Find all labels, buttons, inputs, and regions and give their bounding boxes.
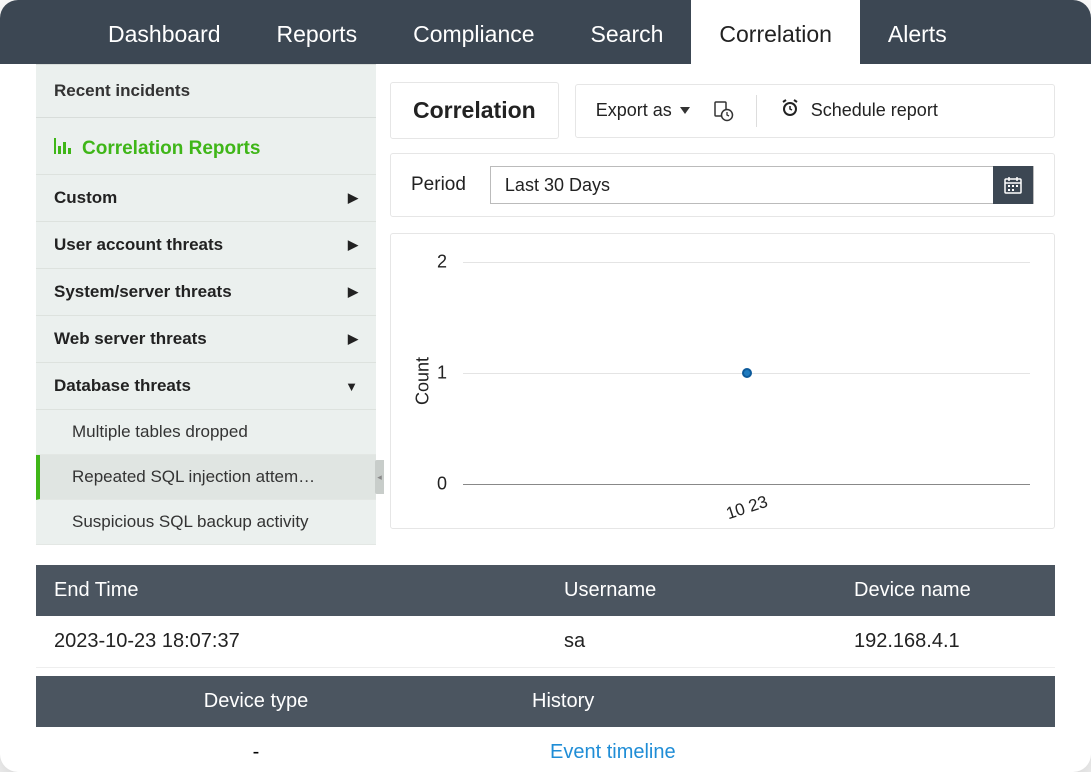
- title-bar: Correlation Export as Schedule rep: [390, 82, 1055, 139]
- sidebar-section-correlation-reports[interactable]: Correlation Reports: [36, 118, 376, 175]
- cell-device-name: 192.168.4.1: [836, 616, 1055, 667]
- page-title: Correlation: [390, 82, 559, 139]
- schedule-label: Schedule report: [811, 100, 938, 121]
- chart-y-axis-label: Count: [413, 357, 434, 405]
- tab-compliance[interactable]: Compliance: [385, 0, 562, 64]
- col-device-name[interactable]: Device name: [836, 565, 1055, 616]
- chevron-right-icon: ▶: [348, 190, 358, 206]
- data-point[interactable]: [742, 368, 752, 378]
- sidebar: Recent incidents Correlation Reports Cus…: [36, 64, 376, 545]
- tab-correlation[interactable]: Correlation: [691, 0, 860, 64]
- scroll-handle-icon[interactable]: ◂: [375, 460, 384, 494]
- scheduled-exports-icon[interactable]: [712, 100, 734, 122]
- col-device-type[interactable]: Device type: [36, 676, 476, 727]
- schedule-report-button[interactable]: Schedule report: [779, 97, 938, 125]
- col-end-time[interactable]: End Time: [36, 565, 546, 616]
- sidebar-sub-suspicious-sql-backup[interactable]: Suspicious SQL backup activity: [36, 500, 376, 545]
- sidebar-item-label: User account threats: [54, 235, 223, 255]
- tab-search[interactable]: Search: [563, 0, 692, 64]
- table-row[interactable]: 2023-10-23 18:07:37 sa 192.168.4.1: [36, 616, 1055, 668]
- col-history[interactable]: History: [476, 676, 1055, 727]
- top-nav: Dashboard Reports Compliance Search Corr…: [0, 0, 1091, 64]
- y-tick-2: 2: [437, 252, 447, 273]
- col-username[interactable]: Username: [546, 565, 836, 616]
- chevron-right-icon: ▶: [348, 237, 358, 253]
- grid-line: [463, 262, 1030, 263]
- period-label: Period: [411, 174, 466, 196]
- content-area: Correlation Export as Schedule rep: [376, 64, 1091, 529]
- table-header: End Time Username Device name: [36, 565, 1055, 616]
- x-tick-0: 10 23: [723, 492, 770, 524]
- cell-username: sa: [546, 616, 836, 667]
- sidebar-sub-multiple-tables-dropped[interactable]: Multiple tables dropped: [36, 410, 376, 455]
- chevron-down-icon: ▼: [345, 379, 358, 394]
- sidebar-item-label: Database threats: [54, 376, 191, 396]
- y-tick-1: 1: [437, 363, 447, 384]
- period-select[interactable]: Last 30 Days: [490, 166, 1034, 204]
- tab-dashboard[interactable]: Dashboard: [80, 0, 249, 64]
- table-row[interactable]: - Event timeline: [36, 727, 1055, 772]
- sidebar-item-user-account-threats[interactable]: User account threats ▶: [36, 222, 376, 269]
- export-as-button[interactable]: Export as: [596, 100, 690, 121]
- bar-chart-icon: [54, 138, 72, 160]
- table-header-2: Device type History: [36, 676, 1055, 727]
- results-table: End Time Username Device name 2023-10-23…: [36, 565, 1055, 772]
- toolbar: Export as Schedule report: [575, 84, 1055, 138]
- event-timeline-link[interactable]: Event timeline: [476, 727, 1055, 772]
- alarm-clock-icon: [779, 97, 801, 125]
- period-value: Last 30 Days: [491, 175, 624, 196]
- period-row: Period Last 30 Days: [390, 153, 1055, 217]
- sidebar-sub-label: Repeated SQL injection attem…: [72, 467, 315, 486]
- chart: Count 2 1 0 10 23: [390, 233, 1055, 529]
- sidebar-item-database-threats[interactable]: Database threats ▼: [36, 363, 376, 410]
- chevron-right-icon: ▶: [348, 331, 358, 347]
- sidebar-item-label: System/server threats: [54, 282, 232, 302]
- x-axis-line: [463, 484, 1030, 485]
- sidebar-item-label: Custom: [54, 188, 117, 208]
- cell-end-time: 2023-10-23 18:07:37: [36, 616, 546, 667]
- tab-reports[interactable]: Reports: [249, 0, 386, 64]
- app-window: Dashboard Reports Compliance Search Corr…: [0, 0, 1091, 772]
- chart-plot-area: 2 1 0 10 23: [463, 262, 1030, 484]
- sidebar-item-web-server-threats[interactable]: Web server threats ▶: [36, 316, 376, 363]
- cell-device-type: -: [36, 727, 476, 772]
- sidebar-section-label: Correlation Reports: [82, 138, 260, 160]
- sidebar-item-system-server-threats[interactable]: System/server threats ▶: [36, 269, 376, 316]
- chevron-right-icon: ▶: [348, 284, 358, 300]
- caret-down-icon: [680, 107, 690, 114]
- export-label: Export as: [596, 100, 672, 121]
- calendar-icon[interactable]: [993, 166, 1033, 204]
- tab-alerts[interactable]: Alerts: [860, 0, 975, 64]
- sidebar-item-custom[interactable]: Custom ▶: [36, 175, 376, 222]
- separator: [756, 95, 757, 127]
- sidebar-sub-repeated-sql-injection[interactable]: Repeated SQL injection attem… ◂: [36, 455, 376, 500]
- sidebar-header: Recent incidents: [36, 65, 376, 118]
- y-tick-0: 0: [437, 474, 447, 495]
- sidebar-item-label: Web server threats: [54, 329, 207, 349]
